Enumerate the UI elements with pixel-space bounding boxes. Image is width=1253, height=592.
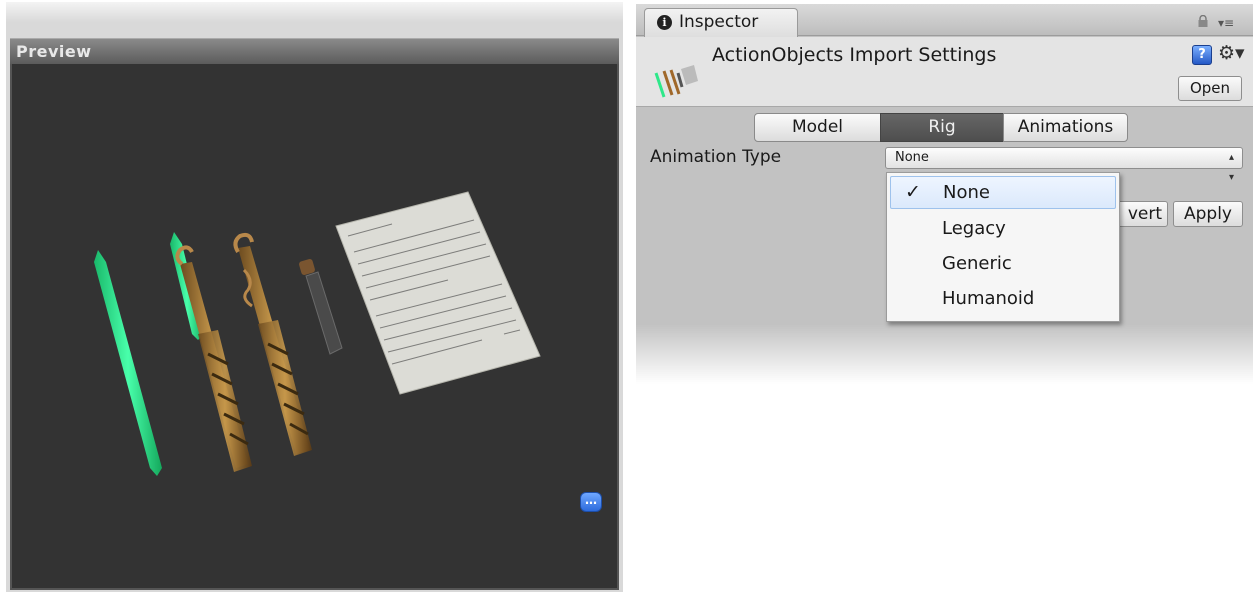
- checkmark-icon: ✓: [905, 181, 921, 203]
- info-icon: i: [657, 15, 672, 30]
- tab-inspector-label: Inspector: [679, 12, 759, 32]
- preview-options-button[interactable]: …: [580, 492, 602, 512]
- dropdown-option-label: Humanoid: [942, 288, 1035, 309]
- inspector-tab-bar: i Inspector ▾≡: [636, 4, 1253, 37]
- asset-thumbnail-icon: [654, 65, 698, 98]
- dropdown-option-label: Legacy: [942, 218, 1006, 239]
- wooden-staff-1: [175, 245, 252, 472]
- tab-inspector[interactable]: i Inspector: [644, 8, 798, 37]
- tab-model[interactable]: Model: [754, 113, 881, 142]
- open-button[interactable]: Open: [1178, 76, 1242, 101]
- glow-sword: [94, 250, 162, 476]
- dropdown-option-generic[interactable]: Generic: [890, 247, 1116, 280]
- select-arrows-icon: ▴ ▾: [1228, 152, 1234, 183]
- preview-viewport[interactable]: [10, 64, 619, 590]
- inspector-header: ActionObjects Import Settings ? ⚙▾ Open: [636, 37, 1253, 107]
- preview-scene: [94, 191, 541, 476]
- tab-animations[interactable]: Animations: [1003, 113, 1128, 142]
- asset-title: ActionObjects Import Settings: [712, 44, 997, 66]
- apply-button[interactable]: Apply: [1173, 201, 1243, 227]
- dropdown-option-label: Generic: [942, 253, 1012, 274]
- parchment-letter: [335, 191, 541, 395]
- panel-menu-icon[interactable]: ▾≡: [1218, 16, 1242, 30]
- dropdown-option-label: None: [943, 182, 990, 203]
- dropdown-option-none[interactable]: ✓ None: [890, 176, 1116, 209]
- animation-type-select[interactable]: None ▴ ▾: [885, 147, 1243, 183]
- animation-type-value: None: [895, 150, 929, 165]
- preview-title: Preview: [10, 38, 619, 64]
- lock-icon[interactable]: [1197, 15, 1209, 27]
- animation-type-label: Animation Type: [650, 147, 782, 167]
- animation-type-dropdown: ✓ None Legacy Generic Humanoid: [886, 172, 1120, 322]
- help-icon[interactable]: ?: [1192, 45, 1212, 65]
- dropdown-option-humanoid[interactable]: Humanoid: [890, 282, 1116, 315]
- preview-panel: Preview …: [6, 2, 623, 592]
- dropdown-option-legacy[interactable]: Legacy: [890, 212, 1116, 245]
- gear-icon[interactable]: ⚙▾: [1218, 42, 1245, 64]
- potion-vial: [299, 259, 343, 355]
- tab-rig[interactable]: Rig: [880, 113, 1004, 142]
